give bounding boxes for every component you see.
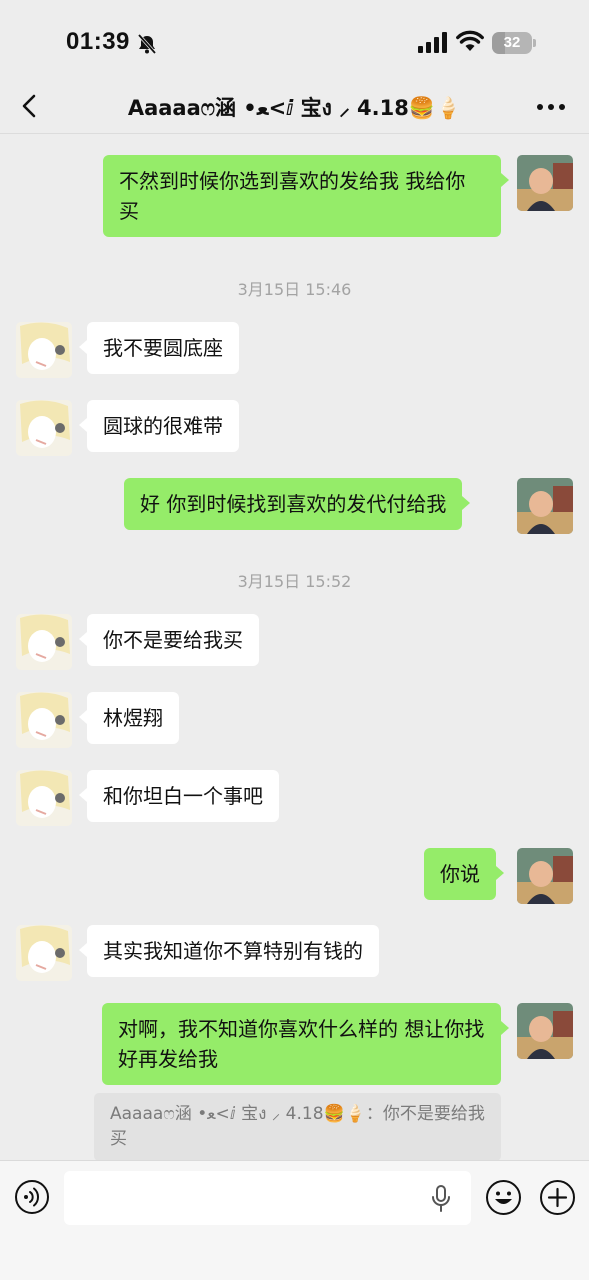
microphone-icon[interactable] xyxy=(431,1185,451,1213)
status-time: 01:39 xyxy=(66,28,130,55)
message-bubble-outgoing[interactable]: 对啊，我不知道你喜欢什么样的 想让你找好再发给我 xyxy=(102,1003,509,1085)
battery-percent: 32 xyxy=(503,34,521,51)
contact-avatar[interactable] xyxy=(16,322,72,378)
voice-icon[interactable] xyxy=(14,1179,50,1215)
contact-avatar[interactable] xyxy=(16,925,72,981)
message-bubble-outgoing[interactable]: 你说 xyxy=(424,848,504,900)
message-bubble-incoming[interactable]: 我不要圆底座 xyxy=(79,322,239,374)
message-bubble-outgoing[interactable]: 不然到时候你选到喜欢的发给我 我给你买 xyxy=(103,155,509,237)
my-avatar[interactable] xyxy=(517,478,573,534)
message-bubble-incoming[interactable]: 林煜翔 xyxy=(79,692,179,744)
quoted-message[interactable]: Aaaaaෆ涵 •ﻌ<ⅈ 宝ง ⸝ 4.18🍔🍦：你不是要给我买 xyxy=(94,1093,501,1160)
plus-icon[interactable] xyxy=(539,1179,576,1216)
my-avatar[interactable] xyxy=(517,155,573,211)
my-avatar[interactable] xyxy=(517,848,573,904)
chat-area[interactable]: 不然到时候你选到喜欢的发给我 我给你买 3月15日 15:46 我不要圆底座 圆… xyxy=(0,135,589,1160)
emoji-icon[interactable] xyxy=(485,1179,522,1216)
timestamp: 3月15日 15:52 xyxy=(237,572,352,591)
timestamp: 3月15日 15:46 xyxy=(237,280,352,299)
status-bar: 01:39 32 xyxy=(0,0,589,80)
input-bar xyxy=(0,1160,589,1280)
chat-title[interactable]: Aaaaaෆ涵 •ﻌ<ⅈ 宝ง ⸝ 4.18🍔🍦 xyxy=(90,92,499,125)
chat-header: Aaaaaෆ涵 •ﻌ<ⅈ 宝ง ⸝ 4.18🍔🍦 xyxy=(0,80,589,134)
message-bubble-incoming[interactable]: 圆球的很难带 xyxy=(79,400,239,452)
message-bubble-incoming[interactable]: 其实我知道你不算特别有钱的 xyxy=(79,925,379,977)
chevron-left-icon[interactable] xyxy=(16,92,44,120)
message-bubble-incoming[interactable]: 你不是要给我买 xyxy=(79,614,259,666)
signal-icon xyxy=(418,32,447,53)
message-bubble-incoming[interactable]: 和你坦白一个事吧 xyxy=(79,770,279,822)
contact-avatar[interactable] xyxy=(16,770,72,826)
my-avatar[interactable] xyxy=(517,1003,573,1059)
message-bubble-outgoing[interactable]: 好 你到时候找到喜欢的发代付给我 xyxy=(124,478,471,530)
battery-icon: 32 xyxy=(492,32,536,54)
contact-avatar[interactable] xyxy=(16,400,72,456)
wifi-icon xyxy=(456,30,484,51)
message-input[interactable] xyxy=(64,1171,471,1225)
contact-avatar[interactable] xyxy=(16,614,72,670)
more-dots-icon[interactable] xyxy=(536,102,566,112)
contact-avatar[interactable] xyxy=(16,692,72,748)
bell-muted-icon xyxy=(137,33,157,55)
